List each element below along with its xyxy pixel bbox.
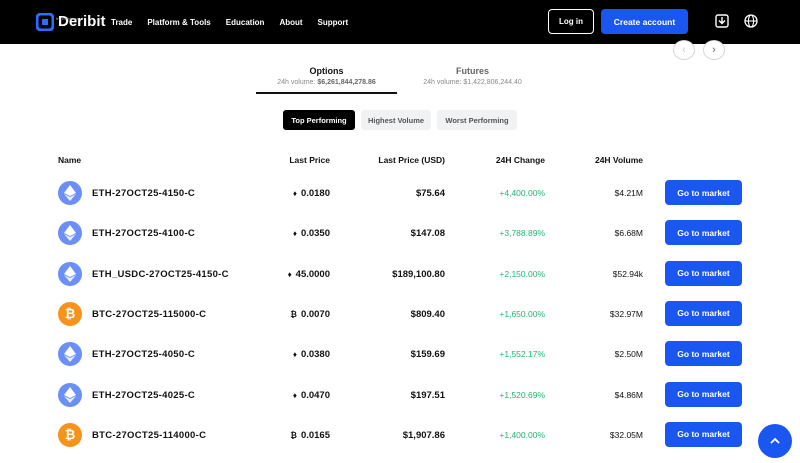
instrument-name: ETH_USDC-27OCT25-4150-C [92,268,229,280]
volume-24h: $32.97M [609,308,643,319]
last-price: ♦ 0.0380 [292,349,330,361]
top-navbar: Deribit by coinbase Trade Platform & Too… [0,0,800,44]
table-row[interactable]: ETH-27OCT25-4025-C ♦ 0.0470 $197.51 +1,520.6… [0,376,800,416]
nav-support[interactable]: Support [318,18,349,27]
table-row[interactable]: ₿ BTC-27OCT25-115000-C ₿ 0.0070 $809.40 +1,65… [0,295,800,335]
brand-sub: by coinbase [56,16,80,21]
last-price: ₿ 0.0165 [290,429,330,441]
change-24h: +1,400.00% [499,429,545,440]
volume-24h: $32.05M [609,429,643,440]
last-price-usd: $809.40 [410,308,445,320]
change-24h: +2,150.00% [499,268,545,279]
change-24h: +1,520.69% [499,389,545,400]
nav-links: Trade Platform & Tools Education About S… [111,0,363,44]
create-account-button[interactable]: Create account [601,9,688,34]
volume-24h: $4.21M [614,188,643,198]
table-row[interactable]: ETH-27OCT25-4050-C ♦ 0.0380 $159.69 +1,552.1… [0,335,800,375]
go-to-market-button[interactable]: Go to market [665,300,742,326]
instrument-name: BTC-27OCT25-114000-C [92,429,207,441]
header-24h-change: 24H Change [495,155,545,165]
eth-coin-icon [58,181,82,205]
login-button[interactable]: Log in [548,9,594,34]
tab-futures-volume: 24h volume: $1,422,806,244.40 [423,79,522,86]
header-name: Name [58,155,82,165]
tab-options[interactable]: Options 24h volume: $6,261,844,278.86 [256,66,397,86]
instrument-name: ETH-27OCT25-4025-C [92,389,196,401]
volume-24h: $52.94k [612,268,643,279]
volume-24h: $2.50M [614,349,643,360]
last-price-usd: $75.64 [415,188,445,199]
go-to-market-button[interactable]: Go to market [665,341,742,367]
tab-options-volume: 24h volume: $6,261,844,278.86 [277,79,376,86]
chevron-right-icon: › [712,44,716,56]
table-row[interactable]: ETH-27OCT25-4150-C ♦ 0.0180 $75.64 +4,400.00… [0,174,800,214]
deribit-logo-icon [36,13,54,31]
change-24h: +3,788.89% [499,228,545,239]
last-price-usd: $189,100.80 [392,268,445,280]
go-to-market-button[interactable]: Go to market [665,260,742,286]
scroll-top-button[interactable] [758,424,792,458]
currency-symbol: ♦ [292,390,297,400]
currency-symbol: ♦ [287,269,292,279]
go-to-market-button[interactable]: Go to market [665,220,742,246]
go-to-market-button[interactable]: Go to market [665,381,742,407]
tab-options-title: Options [309,66,344,76]
table-row[interactable]: ETH-27OCT25-4100-C ♦ 0.0350 $147.08 +3,788.8… [0,214,800,254]
deribit-logo[interactable]: Deribit [36,10,106,34]
last-price: ♦ 0.0470 [292,389,330,401]
eth-coin-icon [58,261,82,286]
header-last-price: Last Price [289,155,330,165]
go-to-market-button[interactable]: Go to market [665,421,742,447]
chevron-left-icon: ‹ [682,44,686,56]
last-price-usd: $1,907.86 [402,429,445,441]
instrument-name: ETH-27OCT25-4100-C [92,228,196,240]
eth-coin-icon [58,382,82,407]
chevron-up-icon [770,437,780,444]
nav-platform-tools[interactable]: Platform & Tools [147,18,210,27]
btc-coin-icon: ₿ [58,422,82,447]
filter-worst-performing[interactable]: Worst Performing [437,110,517,130]
table-row[interactable]: ₿ BTC-27OCT25-114000-C ₿ 0.0165 $1,907.86 +1,… [0,416,800,456]
active-tab-indicator [256,92,397,94]
volume-24h: $4.86M [614,389,643,400]
last-price-usd: $147.08 [410,228,445,240]
last-price: ♦ 0.0350 [292,228,330,240]
currency-symbol: ♦ [292,229,297,239]
instrument-name: ETH-27OCT25-4150-C [92,188,196,199]
last-price: ♦ 45.0000 [287,268,330,280]
last-price-usd: $197.51 [410,389,445,401]
table-row[interactable]: ETH_USDC-27OCT25-4150-C ♦ 45.0000 $189,100.… [0,255,800,295]
filter-highest-volume[interactable]: Highest Volume [361,110,431,130]
header-24h-volume: 24H Volume [594,155,643,165]
currency-symbol: ♦ [292,350,297,360]
last-price: ♦ 0.0180 [292,188,330,199]
last-price-usd: $159.69 [410,349,445,361]
currency-symbol: ♦ [292,189,297,198]
last-price: ₿ 0.0070 [290,308,330,320]
nav-about[interactable]: About [279,18,302,27]
eth-coin-icon [58,342,82,367]
instrument-name: ETH-27OCT25-4050-C [92,349,196,361]
currency-symbol: ₿ [290,430,297,440]
carousel-prev-button[interactable]: ‹ [673,40,695,60]
tab-futures-title: Futures [455,66,489,76]
nav-education[interactable]: Education [226,18,265,27]
volume-24h: $6.68M [614,228,643,239]
currency-symbol: ₿ [290,309,297,319]
change-24h: +4,400.00% [499,188,545,198]
instrument-name: BTC-27OCT25-115000-C [92,308,207,320]
eth-coin-icon [58,221,82,246]
btc-coin-icon: ₿ [58,301,82,326]
tab-futures[interactable]: Futures 24h volume: $1,422,806,244.40 [402,66,543,86]
filter-top-performing[interactable]: Top Performing [283,110,355,130]
change-24h: +1,650.00% [499,308,545,319]
globe-icon[interactable] [743,13,759,29]
header-last-price-usd: Last Price (USD) [378,155,445,165]
carousel-next-button[interactable]: › [703,40,725,60]
go-to-market-button[interactable]: Go to market [665,180,742,205]
nav-trade[interactable]: Trade [111,18,132,27]
download-app-icon[interactable] [714,13,730,29]
change-24h: +1,552.17% [499,349,545,360]
